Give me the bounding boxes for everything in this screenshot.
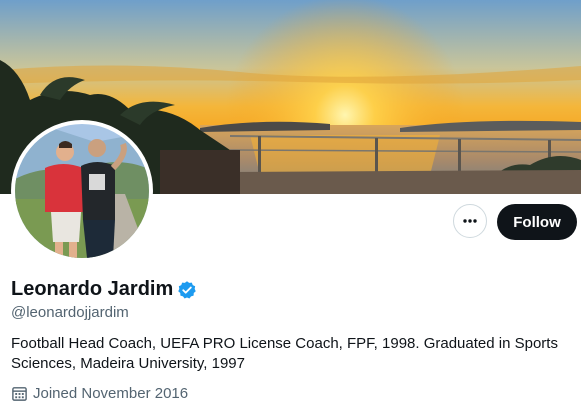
more-options-button[interactable]: [453, 204, 487, 238]
joined-date: Joined November 2016: [11, 385, 188, 402]
follow-button[interactable]: Follow: [497, 204, 577, 240]
calendar-icon: [11, 385, 28, 402]
more-horizontal-icon: [461, 212, 479, 230]
profile-name-row: Leonardo Jardim: [11, 278, 197, 301]
profile-bio: Football Head Coach, UEFA PRO License Co…: [11, 335, 558, 372]
avatar[interactable]: [15, 124, 149, 258]
profile-name: Leonardo Jardim: [11, 278, 174, 300]
profile-handle: @leonardojjardim: [11, 304, 129, 321]
joined-text: Joined November 2016: [33, 385, 189, 402]
verified-badge-icon[interactable]: [177, 280, 197, 300]
